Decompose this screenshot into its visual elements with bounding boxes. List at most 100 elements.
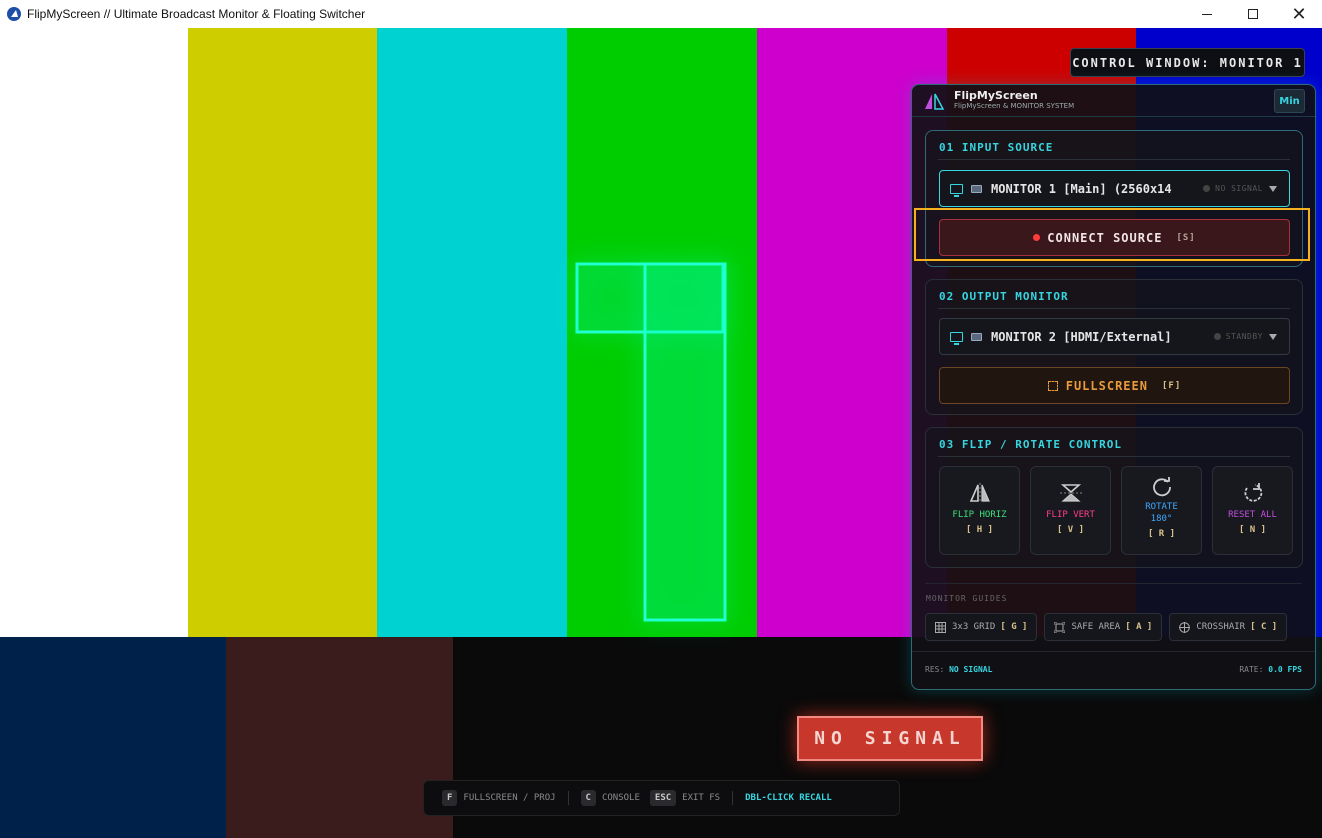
rotate-180-button[interactable]: ROTATE 180° [ R ] — [1121, 466, 1202, 555]
reset-icon — [1243, 483, 1262, 502]
safe-area-key: [ A ] — [1125, 622, 1153, 632]
bar-cyan — [377, 28, 567, 637]
divider — [938, 308, 1290, 309]
window-title: FlipMyScreen // Ultimate Broadcast Monit… — [27, 7, 366, 21]
input-source-section: 01 INPUT SOURCE MONITOR 1 [Main] (2560x1… — [925, 130, 1303, 267]
flip-horizontal-icon — [969, 483, 990, 503]
resolution-label: RES: — [925, 665, 945, 674]
fullscreen-icon — [1047, 380, 1058, 391]
input-status-text: NO SIGNAL — [1215, 184, 1263, 193]
safe-area-guide-button[interactable]: SAFE AREA [ A ] — [1044, 613, 1163, 641]
safe-area-icon — [1054, 621, 1066, 633]
reset-label: RESET ALL — [1228, 510, 1277, 520]
crosshair-key: [ C ] — [1250, 622, 1278, 632]
output-status: STANDBY — [1213, 332, 1263, 341]
bar-maroon — [226, 637, 453, 838]
output-monitor-section: 02 OUTPUT MONITOR MONITOR 2 [HDMI/Extern… — [925, 279, 1303, 415]
flip-section-title: 03 FLIP / ROTATE CONTROL — [939, 438, 1122, 451]
connect-label: CONNECT SOURCE — [1047, 230, 1163, 245]
brand-subtitle: FlipMyScreen & MONITOR SYSTEM — [954, 102, 1075, 110]
connect-source-button[interactable]: CONNECT SOURCE [S] — [939, 219, 1290, 256]
divider — [732, 791, 734, 805]
fullscreen-button[interactable]: FULLSCREEN [F] — [939, 367, 1290, 404]
kbd-f: F — [442, 790, 458, 806]
monitor-icon — [950, 183, 963, 197]
input-source-value: MONITOR 1 [Main] (2560x14 — [991, 181, 1172, 196]
kbd-esc: ESC — [649, 790, 677, 806]
grid-guide-button[interactable]: 3x3 GRID [ G ] — [925, 613, 1038, 641]
status-dot — [1203, 185, 1211, 192]
output-monitor-select[interactable]: MONITOR 2 [HDMI/External] STANDBY — [939, 318, 1290, 355]
flip-horizontal-button[interactable]: FLIP HORIZ [ H ] — [939, 466, 1020, 555]
crosshair-guide-button[interactable]: CROSSHAIR [ C ] — [1169, 613, 1288, 641]
kbd-c: C — [580, 790, 596, 806]
close-button[interactable]: ✕ — [1276, 0, 1322, 28]
status-dot — [1213, 333, 1221, 340]
rotate-label: ROTATE 180° — [1145, 502, 1178, 524]
glow-glyph-icon — [575, 262, 727, 622]
control-panel: FlipMyScreen FlipMyScreen & MONITOR SYST… — [911, 84, 1316, 690]
no-signal-badge: NO SIGNAL — [797, 716, 983, 761]
safe-area-label: SAFE AREA — [1071, 622, 1121, 632]
maximize-icon — [1248, 9, 1258, 19]
record-dot-icon — [1033, 234, 1041, 241]
rate-readout: RATE: 0.0 FPS — [1239, 665, 1302, 674]
divider — [938, 159, 1290, 160]
crosshair-icon — [1179, 621, 1191, 633]
flip-horizontal-key: [ H ] — [965, 525, 994, 535]
chevron-down-icon — [1269, 186, 1277, 192]
rate-value: 0.0 FPS — [1268, 665, 1302, 674]
reset-all-button[interactable]: RESET ALL [ N ] — [1212, 466, 1293, 555]
connect-key: [S] — [1176, 232, 1196, 243]
bar-white — [0, 28, 188, 637]
crosshair-label: CROSSHAIR — [1196, 622, 1246, 632]
app-icon — [7, 7, 21, 21]
hint-fullscreen: FULLSCREEN / PROJ — [463, 793, 556, 803]
status-footer: RES: NO SIGNAL RATE: 0.0 FPS — [925, 665, 1302, 674]
grid-key: [ G ] — [1000, 622, 1028, 632]
maximize-button[interactable] — [1230, 0, 1276, 28]
fullscreen-key: [F] — [1161, 380, 1182, 391]
divider — [567, 791, 569, 805]
guides-title: MONITOR GUIDES — [926, 594, 1008, 603]
flip-button-grid: FLIP HORIZ [ H ] FLIP VERT [ V ] ROTATE … — [939, 466, 1293, 555]
output-section-title: 02 OUTPUT MONITOR — [939, 290, 1069, 303]
chevron-down-icon — [1269, 334, 1277, 340]
flip-vertical-label: FLIP VERT — [1046, 510, 1095, 520]
bar-yellow — [188, 28, 377, 637]
input-source-select[interactable]: MONITOR 1 [Main] (2560x14 NO SIGNAL — [939, 170, 1290, 207]
screen-icon — [971, 184, 982, 193]
window-controls: ✕ — [1184, 0, 1322, 28]
flip-rotate-section: 03 FLIP / ROTATE CONTROL FLIP HORIZ [ H … — [925, 427, 1303, 568]
flip-vertical-button[interactable]: FLIP VERT [ V ] — [1030, 466, 1111, 555]
guides-row: 3x3 GRID [ G ] SAFE AREA [ A ] CROSSHAIR… — [925, 613, 1288, 641]
bar-navy — [0, 637, 226, 838]
resolution-value: NO SIGNAL — [949, 665, 993, 674]
rate-label: RATE: — [1239, 665, 1264, 674]
hint-console: CONSOLE — [601, 793, 640, 803]
monitor-icon — [950, 331, 963, 345]
input-section-title: 01 INPUT SOURCE — [939, 141, 1054, 154]
flip-horizontal-label: FLIP HORIZ — [952, 510, 1007, 520]
shortcut-hint-bar: F FULLSCREEN / PROJ C CONSOLE ESC EXIT F… — [423, 780, 900, 816]
control-window-label: CONTROL WINDOW: MONITOR 1 — [1070, 48, 1305, 77]
grid-icon — [935, 621, 946, 633]
rotate-icon — [1152, 477, 1171, 497]
output-status-text: STANDBY — [1225, 332, 1263, 341]
flip-vertical-icon — [1059, 484, 1082, 502]
divider — [938, 456, 1290, 457]
title-bar: FlipMyScreen // Ultimate Broadcast Monit… — [0, 0, 1322, 28]
brand-name: FlipMyScreen — [954, 89, 1038, 102]
reset-key: [ N ] — [1238, 525, 1267, 535]
hint-exit: EXIT FS — [682, 793, 721, 803]
divider — [925, 583, 1302, 584]
resolution-readout: RES: NO SIGNAL — [925, 665, 992, 674]
logo-icon — [925, 93, 944, 110]
minimize-button[interactable] — [1184, 0, 1230, 28]
panel-header[interactable]: FlipMyScreen FlipMyScreen & MONITOR SYST… — [912, 85, 1315, 117]
flip-vertical-key: [ V ] — [1056, 525, 1085, 535]
fullscreen-label: FULLSCREEN — [1065, 378, 1148, 393]
input-status: NO SIGNAL — [1203, 184, 1263, 193]
minimize-panel-button[interactable]: Min — [1274, 89, 1305, 113]
rotate-key: [ R ] — [1147, 529, 1176, 539]
